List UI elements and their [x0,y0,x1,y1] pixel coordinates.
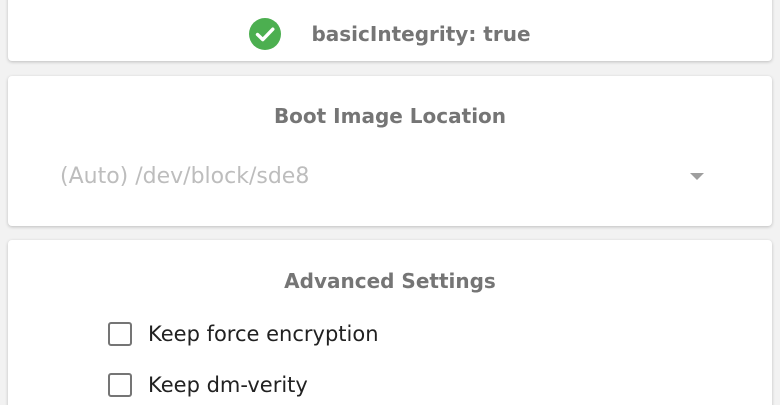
advanced-settings-title: Advanced Settings [284,269,496,293]
keep-force-encryption-option[interactable]: Keep force encryption [100,322,379,346]
integrity-row: basicIntegrity: true [8,8,772,60]
boot-image-title: Boot Image Location [273,104,507,128]
keep-force-encryption-checkbox[interactable] [108,322,132,346]
keep-dm-verity-checkbox[interactable] [108,373,132,397]
boot-image-card: Boot Image Location (Auto) /dev/block/sd… [8,76,772,226]
advanced-settings-card: Advanced Settings Keep force encryption … [8,240,772,405]
integrity-card: basicIntegrity: true [8,0,772,61]
boot-image-dropdown[interactable]: (Auto) /dev/block/sde8 [60,156,712,196]
keep-force-encryption-label: Keep force encryption [148,322,379,346]
dropdown-arrow-icon [690,172,704,180]
keep-dm-verity-option[interactable]: Keep dm-verity [100,373,308,397]
keep-dm-verity-label: Keep dm-verity [148,373,308,397]
page: basicIntegrity: true Boot Image Location… [0,0,780,405]
integrity-status-text: basicIntegrity: true [311,22,531,46]
boot-image-selected-value: (Auto) /dev/block/sde8 [60,163,310,189]
check-circle-icon [249,18,282,50]
